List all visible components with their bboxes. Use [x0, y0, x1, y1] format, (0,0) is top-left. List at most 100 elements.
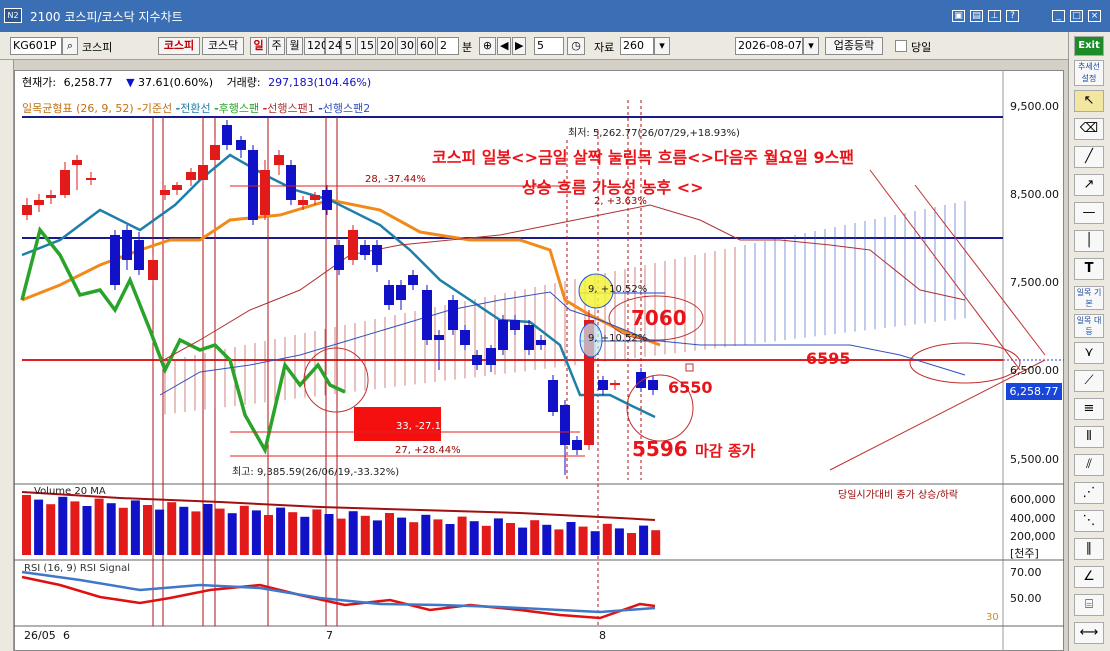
volume-value: 297,183(104.46%) — [268, 76, 372, 89]
volume-bar-19 — [251, 510, 261, 555]
price-7060: 7060 — [631, 306, 687, 330]
volume-bar-11 — [155, 509, 165, 555]
candle-46 — [610, 380, 620, 390]
vol-unit: [천주] — [1010, 547, 1039, 560]
parallel-line-icon[interactable]: ∥ — [1074, 538, 1104, 560]
candle-9 — [148, 255, 158, 285]
volume-bar-49 — [614, 528, 624, 555]
candle-34 — [460, 325, 470, 350]
volume-bar-20 — [264, 515, 273, 555]
candle-0 — [22, 198, 32, 220]
volume-bar-9 — [130, 500, 140, 555]
volume-bar-51 — [639, 525, 649, 555]
y-label-5500: 5,500.00 — [1010, 453, 1059, 466]
candle-7 — [122, 225, 132, 270]
volume-bar-40 — [506, 523, 515, 555]
volume-bar-36 — [457, 516, 467, 555]
volume-bar-15 — [203, 504, 213, 555]
speed-line-icon[interactable]: ⋱ — [1074, 510, 1104, 532]
volume-bar-46 — [578, 526, 588, 555]
arrow-line-icon[interactable]: ↗ — [1074, 174, 1104, 196]
legend: 일목균형표 (26, 9, 52) -기준선 -전환선 -후행스팬 -선행스팬1… — [22, 100, 370, 116]
text-tool-icon[interactable]: T — [1074, 258, 1104, 280]
candle-36 — [486, 345, 496, 372]
current-price-tag: 6,258.77 — [1006, 383, 1062, 400]
exit-button[interactable]: Exit — [1074, 36, 1104, 56]
volume-bar-3 — [58, 496, 68, 555]
price-6595: 6595 — [806, 349, 851, 368]
fibo-time-icon[interactable]: ⦀ — [1074, 426, 1104, 448]
volume-bar-7 — [106, 503, 116, 555]
candle-30 — [408, 270, 418, 290]
volume-bar-43 — [542, 524, 552, 555]
candle-32 — [434, 330, 444, 370]
rsi-label-50: 50.00 — [1010, 592, 1042, 605]
volume-label: 거래량: — [226, 76, 261, 89]
eraser-icon[interactable]: ⌫ — [1074, 118, 1104, 140]
volume-bar-39 — [493, 518, 503, 555]
trend-settings-button[interactable]: 추세선 설정 — [1074, 60, 1104, 86]
x-label-2605: 26/05 — [24, 629, 56, 642]
gann-fan-icon[interactable]: ⫽ — [1074, 454, 1104, 476]
candle-1 — [34, 194, 44, 212]
y-label-7500: 7,500.00 — [1010, 276, 1059, 289]
headline-1: 코스피 일봉<>금일 살짝 눌림목 흐름<>다음주 월요일 9스팬 — [432, 148, 855, 167]
chart-svg — [14, 70, 1064, 651]
candle-20 — [286, 160, 296, 205]
candle-48 — [648, 376, 658, 395]
candle-26 — [360, 240, 370, 260]
vertical-line-icon[interactable]: │ — [1074, 230, 1104, 252]
candle-10 — [160, 185, 170, 200]
legend-base: 기준선 — [141, 102, 173, 115]
measure-9a: 9, +10.52% — [588, 284, 648, 295]
ichimoku-basic-button[interactable]: 일목 기본 — [1074, 286, 1104, 310]
volume-bar-47 — [590, 531, 600, 555]
rsi-corner: 30 — [986, 612, 999, 623]
candle-45 — [598, 376, 608, 395]
volume-bar-44 — [554, 529, 564, 555]
fan-icon[interactable]: ⋎ — [1074, 342, 1104, 364]
candle-38 — [510, 315, 520, 335]
candle-27 — [372, 240, 382, 272]
pattern-icon[interactable]: ⌸ — [1074, 594, 1104, 616]
volume-bar-29 — [372, 520, 382, 555]
rsi-label-70: 70.00 — [1010, 566, 1042, 579]
min-label: 최고: 9,385.59(26/06/19,-33.32%) — [232, 467, 400, 478]
volume-bar-38 — [481, 525, 491, 555]
ichimoku-equal-button[interactable]: 일목 대등 — [1074, 314, 1104, 338]
fibo-fan-icon[interactable]: ⟋ — [1074, 370, 1104, 392]
volume-bar-10 — [143, 505, 152, 555]
current-price: 6,258.77 — [63, 76, 113, 89]
angle-icon[interactable]: ∠ — [1074, 566, 1104, 588]
measure-27: 27, +28.44% — [395, 445, 461, 456]
legend-ichimoku: 일목균형표 (26, 9, 52) — [22, 102, 134, 115]
ruler-icon[interactable]: ⟷ — [1074, 622, 1104, 644]
candle-39 — [524, 320, 534, 355]
x-label-7: 7 — [326, 629, 333, 642]
rsi-title: RSI (16, 9) RSI Signal — [24, 563, 130, 574]
candle-43 — [572, 436, 582, 455]
volume-bar-52 — [651, 530, 661, 555]
change-down-icon: ▼ — [126, 76, 135, 89]
measure-9b: 9, +10.52% — [588, 333, 648, 344]
vol-label-200k: 200,000 — [1010, 530, 1056, 543]
candle-42 — [560, 400, 570, 475]
volume-ma-line — [21, 491, 656, 521]
volume-bar-21 — [276, 507, 286, 555]
gann-icon[interactable]: ⋰ — [1074, 482, 1104, 504]
candle-6 — [110, 230, 120, 290]
pointer-icon[interactable]: ↖ — [1074, 90, 1104, 112]
volume-bars — [22, 495, 661, 555]
volume-bar-45 — [566, 522, 576, 555]
measure-2: 2, +3.63% — [594, 196, 647, 207]
volume-bar-48 — [602, 523, 612, 555]
trend-line-2 — [914, 184, 1046, 356]
fibo-retrace-icon[interactable]: ≡ — [1074, 398, 1104, 420]
candle-17 — [248, 145, 258, 225]
volume-bar-12 — [167, 502, 177, 555]
volume-bar-23 — [300, 516, 310, 555]
line-tool-icon[interactable]: ╱ — [1074, 146, 1104, 168]
horizontal-line-icon[interactable]: — — [1074, 202, 1104, 224]
candle-31 — [422, 285, 432, 345]
legend-lead2: 선행스팬2 — [322, 102, 371, 115]
